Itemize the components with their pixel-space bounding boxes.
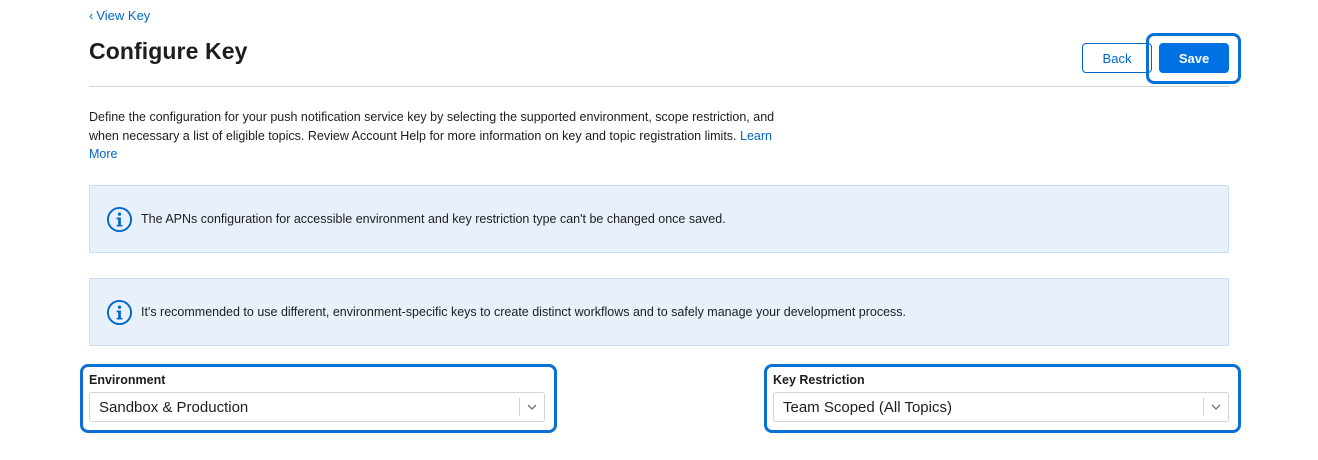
info-icon	[106, 299, 133, 325]
page-description: Define the configuration for your push n…	[89, 108, 789, 164]
notice-config-locked: The APNs configuration for accessible en…	[89, 185, 1229, 253]
save-button[interactable]: Save	[1159, 43, 1229, 73]
view-key-back-link[interactable]: ‹ View Key	[89, 8, 150, 23]
key-restriction-select[interactable]: Team Scoped (All Topics)	[773, 392, 1229, 422]
chevron-down-icon	[520, 393, 544, 421]
info-icon	[106, 206, 133, 232]
back-link-label: View Key	[96, 8, 151, 23]
description-text: Define the configuration for your push n…	[89, 110, 775, 143]
page-title: Configure Key	[89, 38, 248, 64]
environment-select[interactable]: Sandbox & Production	[89, 392, 545, 422]
notice-text: The APNs configuration for accessible en…	[141, 212, 726, 226]
environment-select-value: Sandbox & Production	[99, 398, 249, 416]
header-divider	[89, 86, 1229, 87]
chevron-left-icon: ‹	[89, 8, 94, 23]
notice-text: It's recommended to use different, envir…	[141, 305, 907, 319]
key-restriction-select-value: Team Scoped (All Topics)	[783, 398, 952, 416]
configure-key-page: ‹ View Key Configure Key Back Save Define…	[0, 0, 1318, 460]
chevron-down-icon	[1204, 393, 1228, 421]
back-button[interactable]: Back	[1082, 43, 1152, 73]
key-restriction-label: Key Restriction	[773, 373, 865, 387]
notice-separate-keys: It's recommended to use different, envir…	[89, 278, 1229, 346]
environment-label: Environment	[89, 373, 166, 387]
